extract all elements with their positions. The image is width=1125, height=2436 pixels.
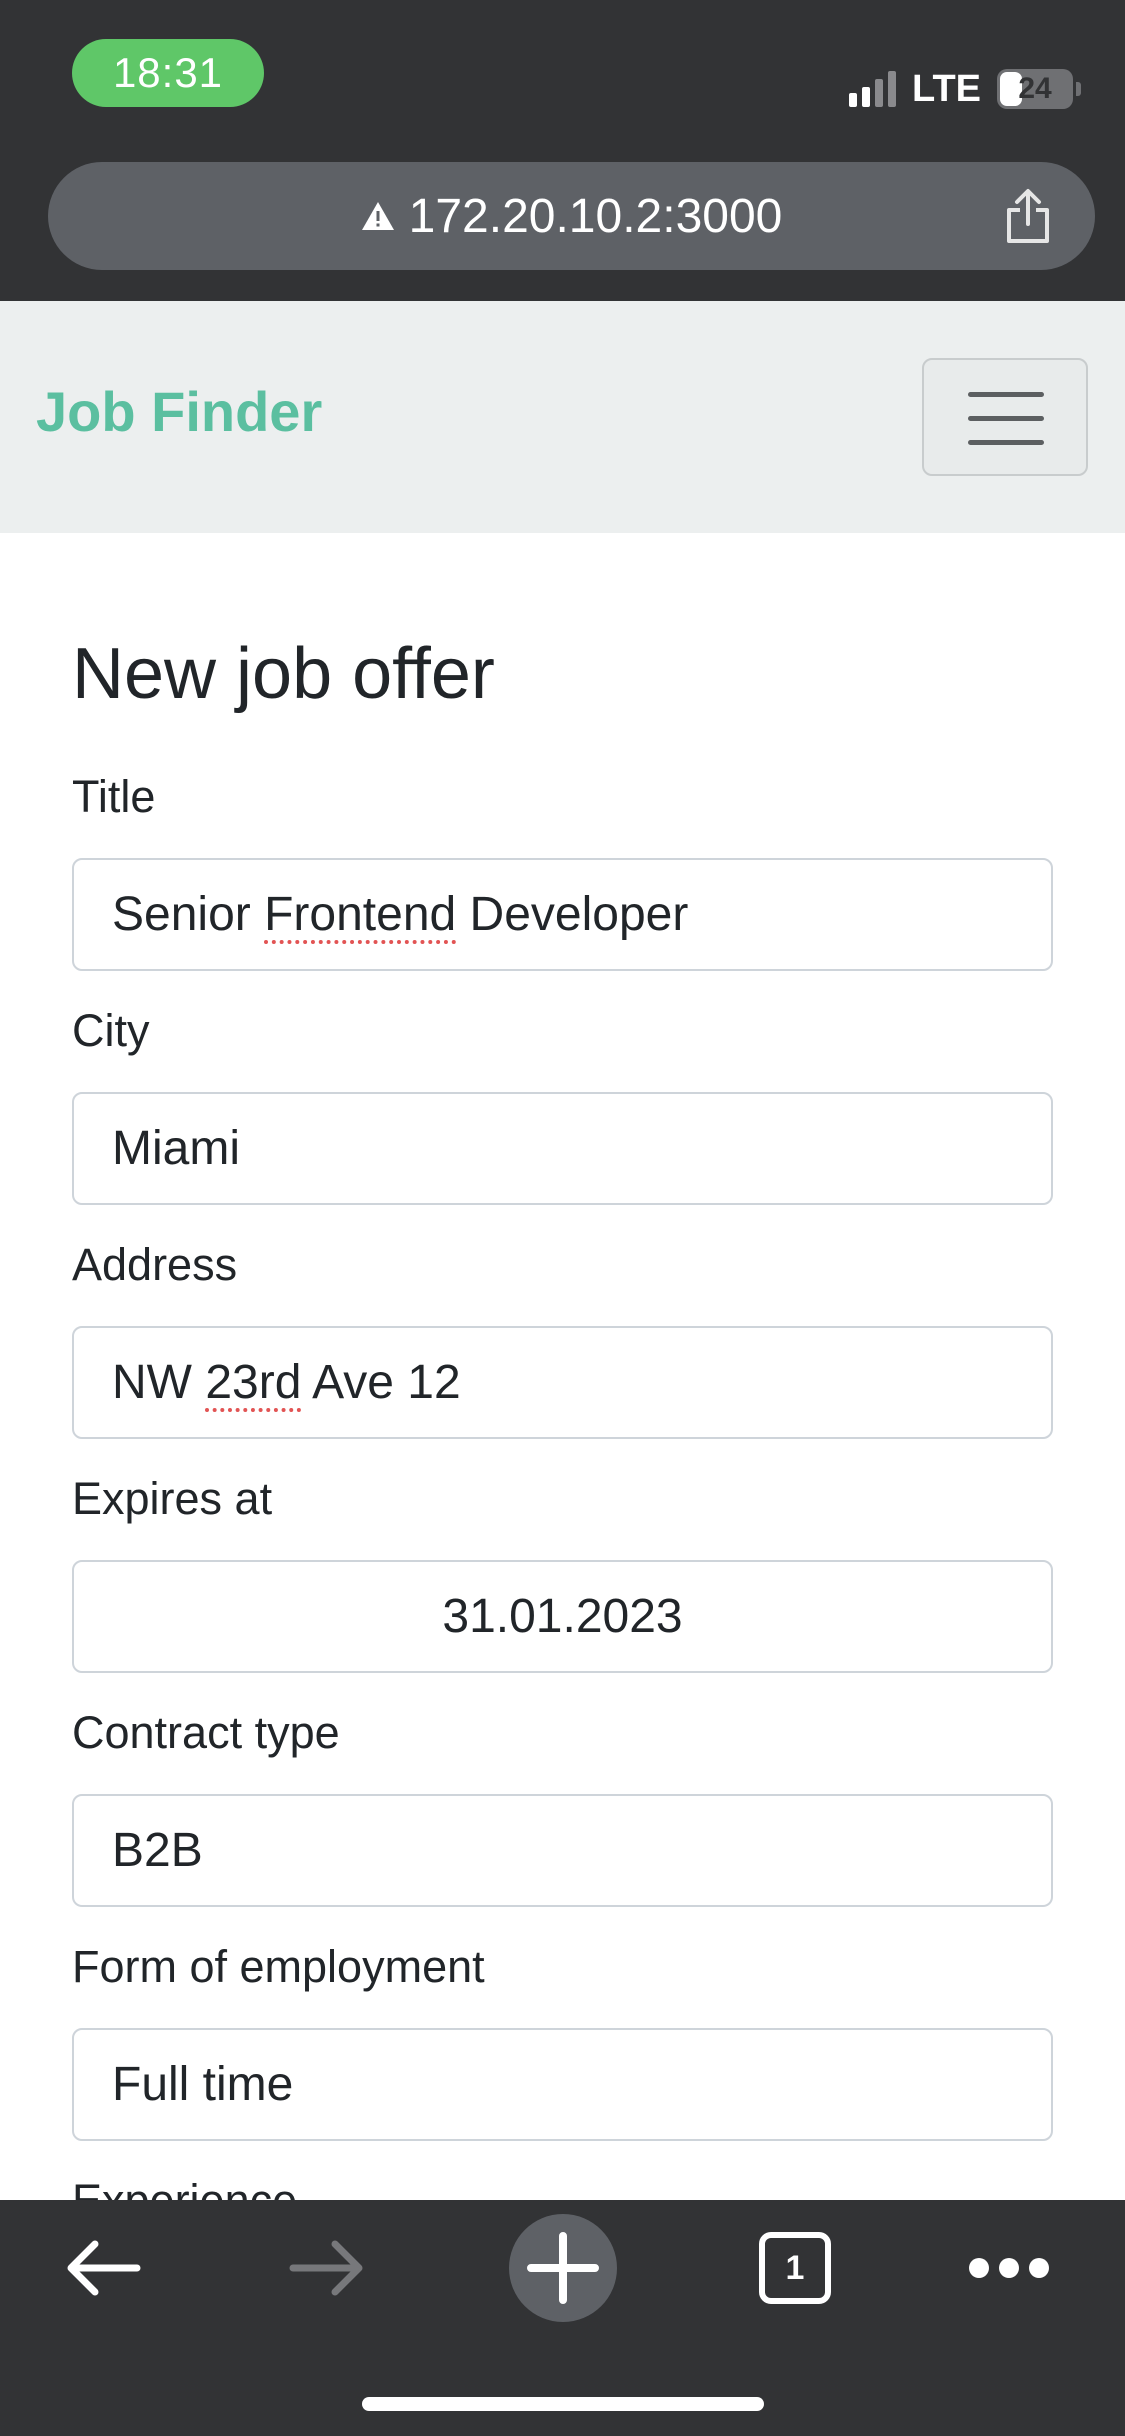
browser-top-bar: 18:31 LTE 24 172.20.10.2:3000 (0, 0, 1125, 301)
back-button[interactable] (48, 2200, 158, 2336)
status-indicators: LTE 24 (849, 64, 1081, 114)
signal-strength-icon (849, 71, 897, 107)
city-label: City (72, 1005, 150, 1056)
city-input[interactable]: Miami (72, 1092, 1053, 1205)
page-title: New job offer (72, 634, 495, 714)
arrow-right-icon (289, 2240, 363, 2296)
home-indicator (362, 2397, 764, 2411)
expires-at-label: Expires at (72, 1473, 273, 1524)
ellipsis-icon (969, 2258, 1049, 2278)
employment-form-label: Form of employment (72, 1941, 485, 1992)
url-text: 172.20.10.2:3000 (408, 189, 783, 243)
arrow-left-icon (67, 2240, 141, 2296)
title-label: Title (72, 771, 156, 822)
status-time: 18:31 (72, 39, 264, 107)
more-menu-button[interactable] (954, 2200, 1064, 2336)
tabs-button[interactable]: 1 (740, 2200, 850, 2336)
warning-triangle-icon (361, 202, 394, 230)
contract-type-select[interactable]: B2B (72, 1794, 1053, 1907)
address-input[interactable]: NW 23rd Ave 12 (72, 1326, 1053, 1439)
expires-at-date-input[interactable]: 31.01.2023 (72, 1560, 1053, 1673)
plus-icon (527, 2232, 599, 2304)
title-input[interactable]: Senior Frontend Developer (72, 858, 1053, 971)
contract-type-label: Contract type (72, 1707, 340, 1758)
navbar-toggler-button[interactable] (922, 358, 1088, 476)
tab-count: 1 (759, 2232, 831, 2304)
new-tab-button[interactable] (508, 2200, 618, 2336)
forward-button[interactable] (272, 2200, 382, 2336)
battery-icon: 24 (997, 69, 1081, 109)
share-icon[interactable] (1003, 188, 1053, 244)
address-bar[interactable]: 172.20.10.2:3000 (48, 162, 1095, 270)
address-label: Address (72, 1239, 238, 1290)
navbar: Job Finder (0, 301, 1125, 533)
network-type: LTE (912, 67, 981, 110)
spellcheck-word: Frontend (264, 888, 457, 941)
browser-page: 18:31 LTE 24 172.20.10.2:3000 Job Finder… (0, 0, 1125, 2436)
spellcheck-word: 23rd (205, 1356, 302, 1409)
brand-link[interactable]: Job Finder (36, 379, 322, 444)
employment-form-select[interactable]: Full time (72, 2028, 1053, 2141)
battery-level: 24 (1018, 72, 1052, 105)
